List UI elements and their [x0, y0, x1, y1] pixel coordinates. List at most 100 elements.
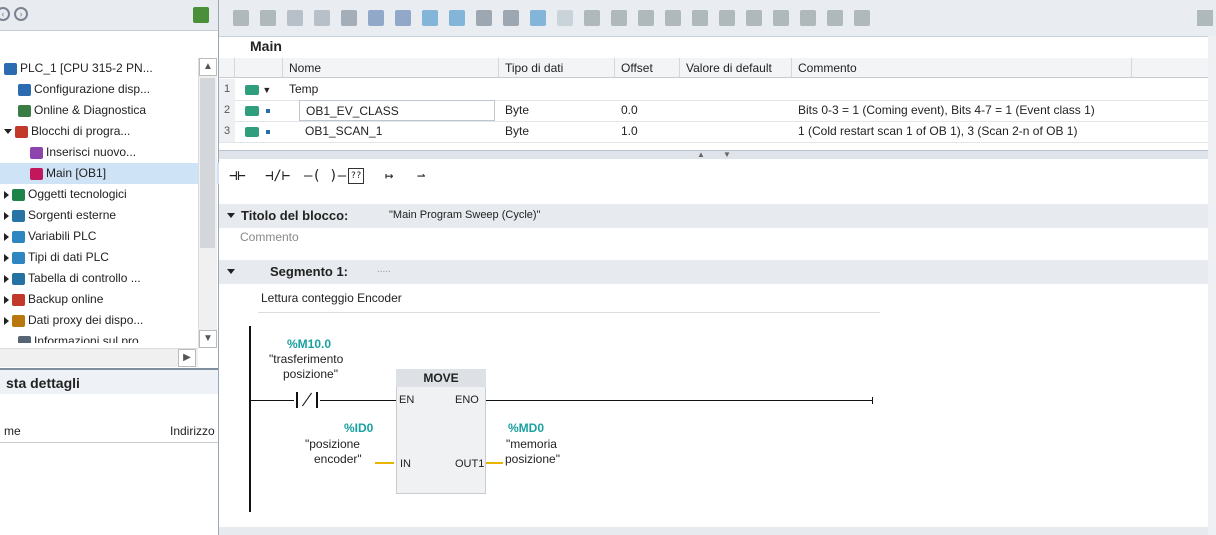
- interface-row[interactable]: 3 OB1_SCAN_1 Byte 1.0 1 (Cold restart scan …: [219, 121, 1216, 143]
- tree-item[interactable]: Backup online: [0, 289, 202, 310]
- tree-item[interactable]: Variabili PLC: [0, 226, 202, 247]
- collapsed-arrow-icon[interactable]: [4, 253, 9, 262]
- tree-item[interactable]: Informazioni sul pro...: [0, 331, 216, 343]
- segment-collapse-icon[interactable]: [227, 269, 235, 274]
- interface-row[interactable]: 1 ▼ Temp: [219, 79, 1216, 101]
- toolbar-button-icon[interactable]: [719, 10, 735, 26]
- out-address[interactable]: %MD0: [508, 421, 544, 435]
- toolbar-button-icon[interactable]: [692, 10, 708, 26]
- tree-item[interactable]: Configurazione disp...: [0, 79, 216, 100]
- tree-item[interactable]: Tabella di controllo ...: [0, 268, 202, 289]
- close-branch-icon[interactable]: ⇀: [417, 166, 425, 186]
- cell-name[interactable]: OB1_EV_CLASS: [299, 100, 495, 121]
- toolbar-button-icon[interactable]: [260, 10, 276, 26]
- interface-row[interactable]: 2 OB1_EV_CLASS Byte 0.0 Bits 0-3 = 1 (Comin…: [219, 100, 1216, 122]
- block-comment-placeholder[interactable]: Commento: [240, 230, 299, 244]
- tree-item[interactable]: Online & Diagnostica: [0, 100, 216, 121]
- cell-type[interactable]: Byte: [499, 100, 615, 121]
- open-branch-icon[interactable]: ↦: [385, 166, 393, 186]
- move-instruction-box[interactable]: [396, 369, 486, 494]
- toolbar-button-icon[interactable]: [503, 10, 519, 26]
- cell-offset[interactable]: [615, 79, 680, 100]
- tree-vertical-scrollbar[interactable]: ▲ ▼: [198, 58, 217, 348]
- scroll-right-icon[interactable]: ▶: [178, 349, 196, 367]
- toolbar-button-icon[interactable]: [800, 10, 816, 26]
- toolbar-button-icon[interactable]: [287, 10, 303, 26]
- cell-default[interactable]: [680, 79, 792, 100]
- segment-comment-text[interactable]: Lettura conteggio Encoder: [261, 291, 402, 305]
- block-title-value[interactable]: "Main Program Sweep (Cycle)": [389, 209, 540, 221]
- normally-closed-contact-icon[interactable]: ⊣/⊢: [265, 166, 290, 186]
- collapsed-arrow-icon[interactable]: [4, 295, 9, 304]
- collapse-down-icon[interactable]: ▼: [723, 150, 731, 159]
- collapse-up-icon[interactable]: ▲: [697, 150, 705, 159]
- tree-item[interactable]: Sorgenti esterne: [0, 205, 202, 226]
- toolbar-button-icon[interactable]: [530, 10, 546, 26]
- cell-name[interactable]: Temp: [283, 79, 495, 100]
- cell-default[interactable]: [680, 121, 792, 142]
- collapsed-arrow-icon[interactable]: [4, 316, 9, 325]
- empty-box-icon[interactable]: ??: [348, 168, 364, 184]
- cell-comment[interactable]: Bits 0-3 = 1 (Coming event), Bits 4-7 = …: [792, 100, 1132, 121]
- out-name-1[interactable]: "memoria: [506, 437, 557, 451]
- col-header-comment[interactable]: Commento: [792, 58, 1132, 78]
- cell-offset[interactable]: 0.0: [615, 100, 680, 121]
- scroll-up-icon[interactable]: ▲: [199, 58, 217, 76]
- cell-comment[interactable]: 1 (Cold restart scan 1 of OB 1), 3 (Scan…: [792, 121, 1132, 142]
- cell-type[interactable]: [499, 79, 615, 100]
- col-header-offset[interactable]: Offset: [615, 58, 680, 78]
- tree-item[interactable]: Main [OB1]: [0, 163, 228, 184]
- toolbar-button-icon[interactable]: [827, 10, 843, 26]
- cell-name[interactable]: OB1_SCAN_1: [299, 121, 495, 142]
- tree-item[interactable]: Inserisci nuovo...: [0, 142, 228, 163]
- contact-address[interactable]: %M10.0: [287, 337, 331, 351]
- toolbar-button-icon[interactable]: [341, 10, 357, 26]
- col-header-type[interactable]: Tipo di dati: [499, 58, 615, 78]
- add-device-icon[interactable]: [193, 7, 209, 23]
- collapse-icon[interactable]: [227, 213, 235, 218]
- output-coil-icon[interactable]: —( )—: [304, 166, 346, 186]
- collapsed-arrow-icon[interactable]: [4, 211, 9, 220]
- toolbar-button-icon[interactable]: [584, 10, 600, 26]
- toolbar-button-icon[interactable]: [773, 10, 789, 26]
- details-col-name[interactable]: me: [4, 424, 21, 438]
- toolbar-end-icon[interactable]: [1197, 10, 1213, 26]
- in-address[interactable]: %ID0: [344, 421, 373, 435]
- out-name-2[interactable]: posizione": [505, 452, 560, 466]
- tree-item[interactable]: Oggetti tecnologici: [0, 184, 202, 205]
- toolbar-button-icon[interactable]: [611, 10, 627, 26]
- toolbar-button-icon[interactable]: [314, 10, 330, 26]
- toolbar-button-icon[interactable]: [422, 10, 438, 26]
- scroll-down-icon[interactable]: ▼: [199, 330, 217, 348]
- collapsed-arrow-icon[interactable]: [4, 274, 9, 283]
- toolbar-button-icon[interactable]: [557, 10, 573, 26]
- in-name-2[interactable]: encoder": [314, 452, 362, 466]
- toolbar-button-icon[interactable]: [233, 10, 249, 26]
- toolbar-button-icon[interactable]: [638, 10, 654, 26]
- tree-item[interactable]: Tipi di dati PLC: [0, 247, 202, 268]
- tree-horizontal-scrollbar[interactable]: ▶: [0, 348, 198, 367]
- toolbar-button-icon[interactable]: [476, 10, 492, 26]
- col-header-name[interactable]: Nome: [283, 58, 499, 78]
- tree-item[interactable]: Blocchi di progra...: [0, 121, 202, 142]
- expanded-arrow-icon[interactable]: [4, 129, 12, 135]
- cell-comment[interactable]: [792, 79, 1132, 100]
- nc-contact[interactable]: [294, 392, 320, 408]
- segment-header[interactable]: Segmento 1: .....: [219, 260, 1216, 284]
- toolbar-button-icon[interactable]: [665, 10, 681, 26]
- normally-open-contact-icon[interactable]: ⊣⊢: [229, 166, 246, 186]
- cell-offset[interactable]: 1.0: [615, 121, 680, 142]
- cell-type[interactable]: Byte: [499, 121, 615, 142]
- block-comment[interactable]: Commento: [219, 228, 1216, 256]
- toolbar-button-icon[interactable]: [368, 10, 384, 26]
- segment-title-placeholder[interactable]: .....: [377, 264, 391, 275]
- back-icon[interactable]: ‹: [0, 7, 10, 21]
- scroll-thumb[interactable]: [200, 78, 215, 248]
- cell-default[interactable]: [680, 100, 792, 121]
- col-header-default[interactable]: Valore di default: [680, 58, 792, 78]
- block-title-bar[interactable]: Titolo del blocco: "Main Program Sweep (…: [219, 204, 1216, 228]
- forward-icon[interactable]: ›: [14, 7, 28, 21]
- details-col-address[interactable]: Indirizzo: [170, 424, 215, 438]
- tree-item[interactable]: PLC_1 [CPU 315-2 PN...: [0, 58, 202, 79]
- segment-comment[interactable]: Lettura conteggio Encoder: [258, 288, 880, 313]
